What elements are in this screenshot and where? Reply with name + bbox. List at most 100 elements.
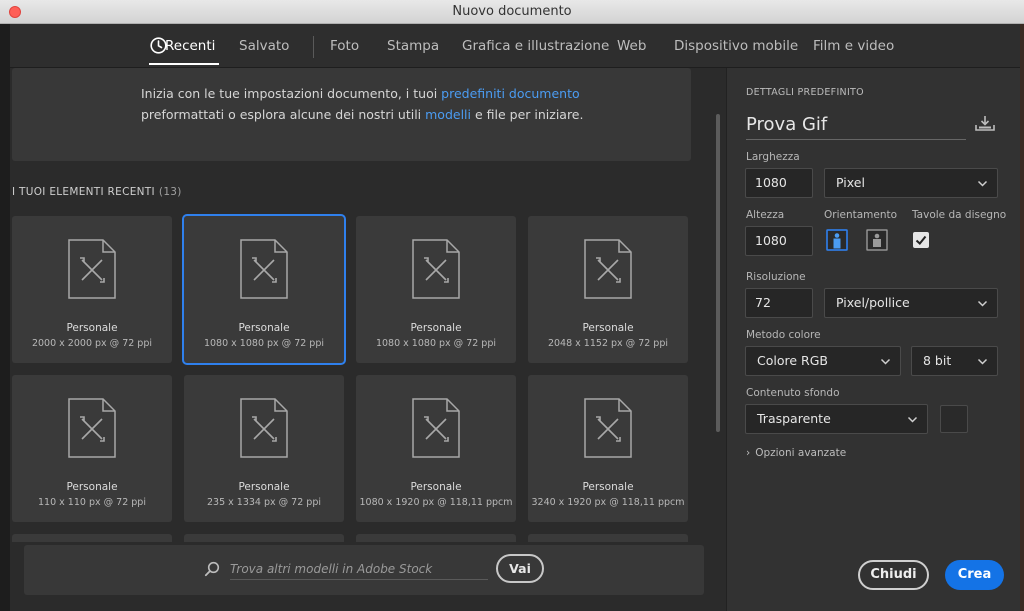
item-name: Personale [66,481,118,493]
tab-grafica-e-illustrazione[interactable]: Grafica e illustrazione [462,38,609,54]
document-icon [68,239,116,299]
width-unit-select[interactable]: Pixel [824,168,998,198]
item-name: Personale [582,481,634,493]
item-name: Personale [238,481,290,493]
document-icon [68,398,116,458]
category-tabs: Recenti Salvato Foto Stampa Grafica e il… [10,24,1020,68]
intro-line2-end: e file per iniziare. [471,107,584,122]
recent-label: I TUOI ELEMENTI RECENTI [12,186,155,198]
tab-web[interactable]: Web [617,38,646,54]
document-icon [412,239,460,299]
tab-dispositivo-mobile[interactable]: Dispositivo mobile [674,38,798,54]
item-dimensions: 1080 x 1920 px @ 118,11 ppcm [359,497,513,508]
bit-depth-select[interactable]: 8 bit [911,346,998,376]
item-dimensions: 2048 x 1152 px @ 72 ppi [547,338,669,349]
background-color-swatch[interactable] [940,405,968,433]
recent-item-partial [12,534,172,542]
width-input[interactable]: 1080 [745,168,813,198]
color-mode-select[interactable]: Colore RGB [745,346,901,376]
document-icon [584,239,632,299]
chevron-down-icon [907,416,918,423]
recent-section-label: I TUOI ELEMENTI RECENTI (13) [12,186,182,198]
intro-text: Inizia con le tue impostazioni documento… [141,83,681,125]
resolution-label: Risoluzione [746,271,806,283]
item-dimensions: 1080 x 1080 px @ 72 ppi [375,338,497,349]
item-dimensions: 235 x 1334 px @ 72 ppi [207,497,321,508]
new-document-dialog: Nuovo documento Recenti Salvato Foto Sta… [0,0,1024,611]
go-button[interactable]: Vai [496,554,544,583]
resolution-unit-select[interactable]: Pixel/pollice [824,288,998,318]
resolution-input[interactable]: 72 [745,288,813,318]
tab-film-e-video[interactable]: Film e video [813,38,894,54]
background-value: Trasparente [757,411,831,426]
advanced-options-label: Opzioni avanzate [755,447,847,459]
height-input[interactable]: 1080 [745,226,813,256]
recent-item-8[interactable]: Personale 3240 x 1920 px @ 118,11 ppcm [528,375,688,522]
recent-item-partial [184,534,344,542]
save-preset-icon[interactable] [975,114,995,132]
recent-count: (13) [158,186,182,198]
intro-line2: preformattati o esplora alcune dei nostr… [141,107,426,122]
preset-name-field[interactable]: Prova Gif [746,112,966,140]
recent-item-4[interactable]: Personale 2048 x 1152 px @ 72 ppi [528,216,688,363]
background-label: Contenuto sfondo [746,387,840,399]
chevron-down-icon [977,358,988,365]
tab-stampa[interactable]: Stampa [387,38,439,54]
tab-recenti[interactable]: Recenti [165,38,215,54]
recent-item-2[interactable]: Personale 1080 x 1080 px @ 72 ppi [182,214,346,365]
item-name: Personale [582,322,634,334]
tab-foto[interactable]: Foto [330,38,359,54]
recent-item-partial [528,534,688,542]
recent-item-partial [356,534,516,542]
height-label: Altezza [746,209,785,221]
chevron-down-icon [977,180,988,187]
item-name: Personale [410,322,462,334]
recent-item-5[interactable]: Personale 110 x 110 px @ 72 ppi [12,375,172,522]
active-tab-underline [149,63,219,65]
item-dimensions: 110 x 110 px @ 72 ppi [38,497,146,508]
background-strip-right [1020,24,1024,611]
bit-depth-value: 8 bit [923,353,952,368]
document-icon [240,239,288,299]
background-select[interactable]: Trasparente [745,404,928,434]
document-icon [412,398,460,458]
item-name: Personale [410,481,462,493]
presets-link[interactable]: predefiniti documento [441,86,579,101]
intro-card: Inizia con le tue impostazioni documento… [12,68,691,161]
search-icon [204,561,220,577]
item-name: Personale [238,322,290,334]
chevron-down-icon [880,358,891,365]
title-bar: Nuovo documento [0,0,1024,24]
tab-salvato[interactable]: Salvato [239,38,289,54]
orientation-label: Orientamento [824,209,898,221]
advanced-options-toggle[interactable]: › Opzioni avanzate [746,447,846,459]
close-button[interactable]: Chiudi [858,560,929,590]
templates-link[interactable]: modelli [425,107,471,122]
color-mode-label: Metodo colore [746,329,821,341]
item-name: Personale [66,322,118,334]
portrait-orientation-icon[interactable] [826,229,848,251]
item-dimensions: 1080 x 1080 px @ 72 ppi [203,338,325,349]
artboards-checkbox[interactable] [913,232,929,248]
document-icon [584,398,632,458]
adobe-stock-search-bar: Vai [24,545,704,595]
window-title: Nuovo documento [452,4,572,19]
preset-details-panel: DETTAGLI PREDEFINITO Prova Gif Larghezza… [726,68,1020,611]
recent-item-6[interactable]: Personale 235 x 1334 px @ 72 ppi [184,375,344,522]
width-unit-value: Pixel [836,175,865,190]
recent-item-1[interactable]: Personale 2000 x 2000 px @ 72 ppi [12,216,172,363]
stock-search-input[interactable] [230,558,488,580]
recent-items-area: Inizia con le tue impostazioni documento… [10,68,726,611]
scrollbar-thumb[interactable] [716,114,720,432]
recent-item-7[interactable]: Personale 1080 x 1920 px @ 118,11 ppcm [356,375,516,522]
landscape-orientation-icon[interactable] [866,229,888,251]
create-button[interactable]: Crea [945,560,1004,590]
recent-item-3[interactable]: Personale 1080 x 1080 px @ 72 ppi [356,216,516,363]
background-strip-left [0,24,10,611]
document-icon [240,398,288,458]
checkmark-icon [915,235,927,245]
color-mode-value: Colore RGB [757,353,828,368]
artboards-label: Tavole da disegno [912,209,1007,221]
tab-divider [313,36,314,58]
chevron-right-icon: › [746,447,751,459]
